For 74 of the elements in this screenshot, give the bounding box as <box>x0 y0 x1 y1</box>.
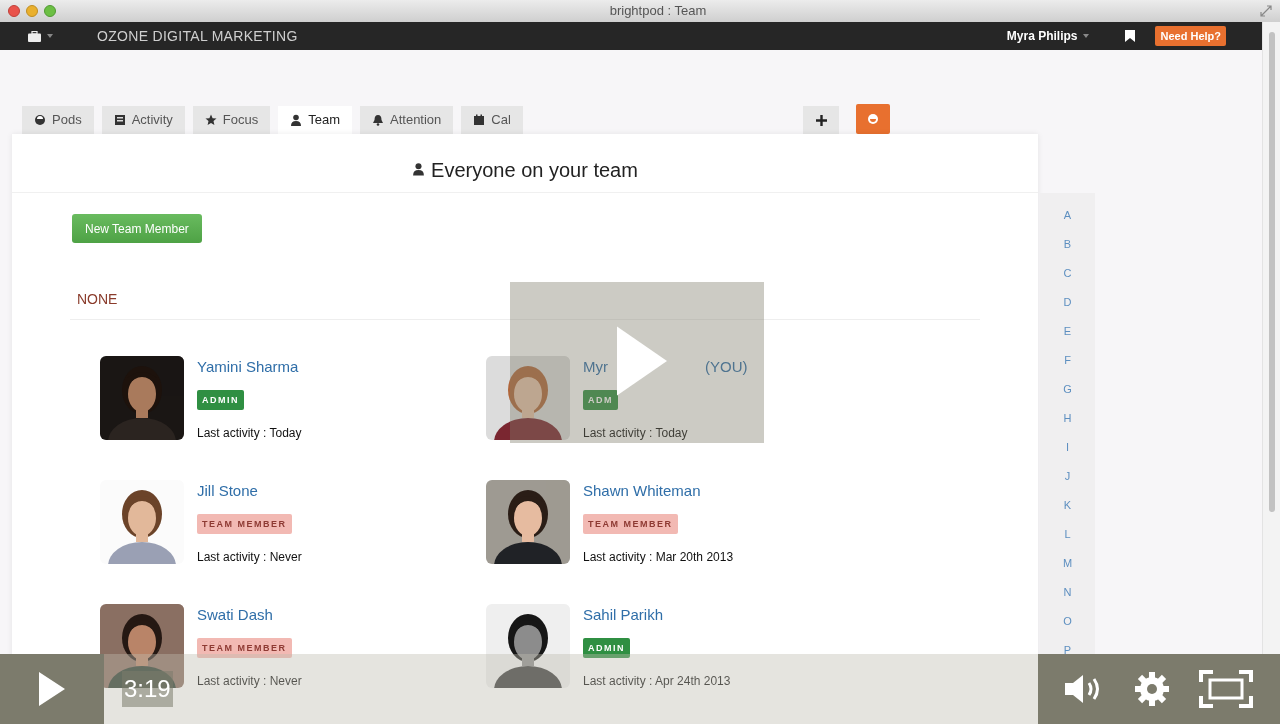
star-icon <box>204 114 217 126</box>
member-name[interactable]: Myr <box>583 356 608 376</box>
user-icon <box>290 114 303 126</box>
nav-tab[interactable]: Pods <box>22 106 94 134</box>
help-button[interactable]: Need Help? <box>1155 26 1226 46</box>
bookmark-icon[interactable] <box>1125 30 1136 42</box>
last-activity: Last activity : Mar 20th 2013 <box>583 549 734 566</box>
play-button[interactable] <box>0 654 104 724</box>
pods-icon <box>867 113 879 125</box>
role-badge: ADMIN <box>197 390 244 410</box>
alphabet-letter[interactable]: L <box>1064 526 1071 542</box>
user-menu[interactable]: Myra Philips <box>1006 27 1078 45</box>
page-heading: Everyone on your team <box>431 158 638 183</box>
scrollbar-thumb[interactable] <box>1268 32 1275 512</box>
alphabet-letter[interactable]: I <box>1065 439 1070 455</box>
nav-tab[interactable]: Focus <box>192 106 271 134</box>
window-title: brightpod : Team <box>608 2 708 21</box>
caret-icon[interactable] <box>47 34 53 38</box>
calendar-icon <box>473 114 486 126</box>
play-overlay-button[interactable] <box>510 282 764 443</box>
alphabet-letter[interactable]: P <box>1063 642 1072 658</box>
role-badge: ADM <box>583 390 618 410</box>
close-button[interactable] <box>8 5 20 17</box>
fullscreen-icon[interactable] <box>1260 5 1272 17</box>
nav-tab[interactable]: Activity <box>101 106 185 134</box>
zoom-button[interactable] <box>44 5 56 17</box>
settings-icon[interactable] <box>1134 671 1170 707</box>
play-icon <box>617 325 667 397</box>
last-activity: Last activity : Never <box>197 549 302 566</box>
nav-tab[interactable]: Cal <box>461 106 523 134</box>
last-activity: Last activity : Today <box>583 425 688 442</box>
member-name[interactable]: Sahil Parikh <box>583 604 664 624</box>
briefcase-icon[interactable] <box>28 30 41 42</box>
member-name[interactable]: Jill Stone <box>197 480 258 500</box>
nav-tab[interactable]: Attention <box>360 106 454 134</box>
role-badge: TEAM MEMBER <box>197 638 292 658</box>
group-heading: NONE <box>77 291 118 307</box>
alphabet-letter[interactable]: J <box>1064 468 1071 484</box>
alphabet-letter[interactable]: K <box>1063 497 1072 513</box>
member-name[interactable]: Yamini Sharma <box>197 356 299 376</box>
user-icon <box>412 162 426 176</box>
member-name[interactable]: Shawn Whiteman <box>583 480 701 500</box>
alphabet-letter[interactable]: F <box>1064 352 1071 368</box>
caret-icon[interactable] <box>1083 34 1090 38</box>
member-name[interactable]: Swati Dash <box>197 604 273 624</box>
workspace-name[interactable]: OZONE DIGITAL MARKETING <box>97 25 298 47</box>
alphabet-letter[interactable]: M <box>1062 555 1073 571</box>
alphabet-letter[interactable]: A <box>1063 207 1072 223</box>
pods-icon <box>34 114 46 126</box>
list-icon <box>113 114 126 126</box>
nav-tab[interactable]: Team <box>278 106 352 134</box>
add-button[interactable] <box>803 106 839 134</box>
new-member-button[interactable]: New Team Member <box>72 214 202 243</box>
plus-icon <box>815 114 827 126</box>
alphabet-letter[interactable]: D <box>1063 294 1072 310</box>
last-activity: Last activity : Apr 24th 2013 <box>583 673 731 690</box>
member-tag: (YOU) <box>705 356 748 376</box>
bell-icon <box>372 114 384 126</box>
alphabet-letter[interactable]: B <box>1063 236 1072 252</box>
alphabet-letter[interactable]: G <box>1063 381 1072 397</box>
alphabet-letter[interactable]: C <box>1063 265 1072 281</box>
time-display: 3:19 <box>122 671 173 707</box>
last-activity: Last activity : Today <box>197 425 302 442</box>
alphabet-letter[interactable]: N <box>1063 584 1072 600</box>
role-badge: TEAM MEMBER <box>197 514 292 534</box>
alphabet-letter[interactable]: H <box>1063 410 1072 426</box>
pods-button[interactable] <box>856 104 890 134</box>
role-badge: TEAM MEMBER <box>583 514 678 534</box>
alphabet-letter[interactable]: O <box>1063 613 1072 629</box>
play-icon <box>39 672 65 706</box>
alphabet-letter[interactable]: E <box>1063 323 1072 339</box>
role-badge: ADMIN <box>583 638 630 658</box>
minimize-button[interactable] <box>26 5 38 17</box>
last-activity: Last activity : Never <box>197 673 302 690</box>
